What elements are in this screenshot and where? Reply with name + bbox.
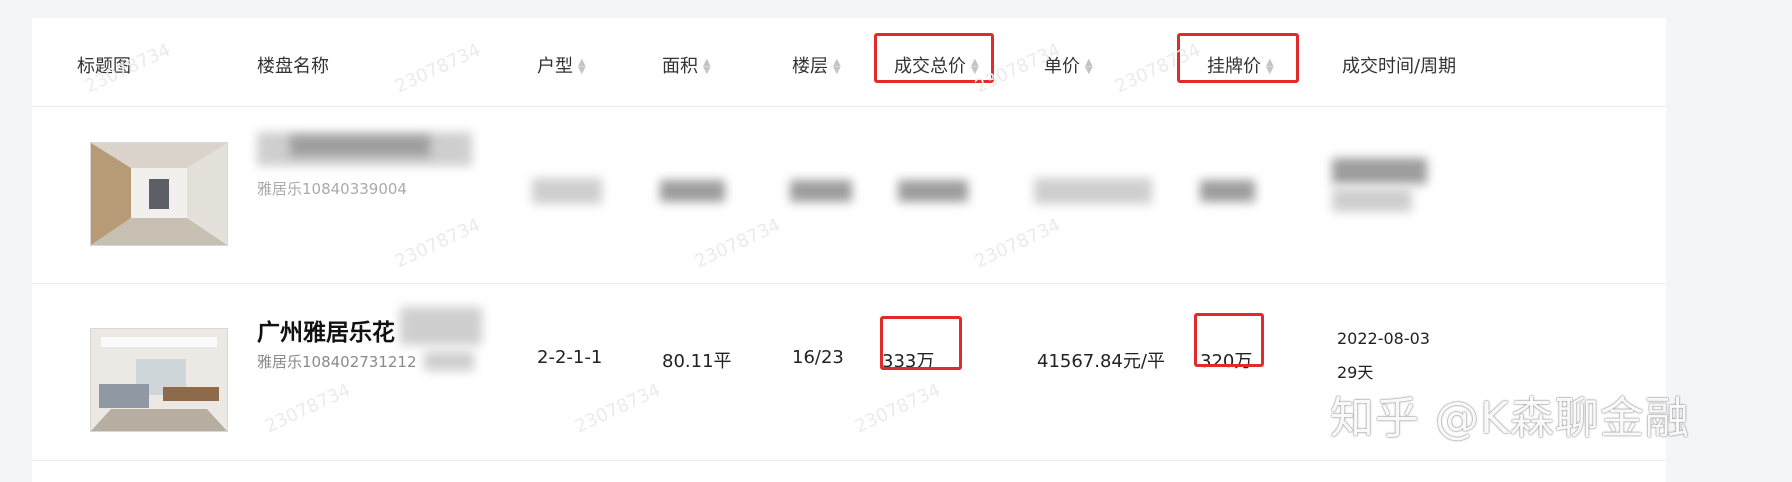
redacted-floor [790,180,852,202]
col-header-layout[interactable]: 户型 ▲ ▼ [537,52,586,78]
highlight-box [1177,33,1299,83]
layout-value: 2-2-1-1 [537,347,603,368]
sort-icon[interactable]: ▲ ▼ [703,58,711,76]
deal-date-value: 2022-08-03 [1337,329,1430,348]
floor-value: 16/23 [792,347,844,368]
sort-icon[interactable]: ▲ ▼ [578,58,586,76]
highlight-box [1194,313,1264,367]
highlight-box [880,316,962,370]
unit-price-value: 41567.84元/平 [1037,351,1165,372]
redacted-total-price [898,180,968,202]
project-name[interactable]: 广州雅居乐花 [257,313,395,347]
project-code: 雅居乐108402731212 [257,353,417,371]
table-row[interactable] [32,460,1666,482]
redacted-code [424,351,474,371]
redacted-unit-price [1034,178,1152,204]
col-header-project-name: 楼盘名称 [257,56,329,77]
highlight-box [874,33,994,83]
redacted-name [290,136,430,156]
redacted-cycle [1332,188,1412,212]
room-photo-icon [91,329,227,431]
redacted-deal-time [1332,158,1427,184]
area-value: 80.11平 [662,351,732,372]
col-header-thumbnail: 标题图 [77,56,131,77]
redacted-name [400,307,482,345]
sort-icon[interactable]: ▲ ▼ [833,58,841,76]
room-photo-icon [91,143,227,245]
redacted-list-price [1200,180,1255,202]
zhihu-watermark: 知乎 @K森聊金融 [1330,393,1690,444]
col-header-floor[interactable]: 楼层 ▲ ▼ [792,52,841,78]
col-header-deal-time: 成交时间/周期 [1342,56,1457,77]
deal-cycle-value: 29天 [1337,363,1374,382]
project-code: 雅居乐10840339004 [257,180,407,198]
sort-icon[interactable]: ▲ ▼ [1085,58,1093,76]
redacted-layout [532,178,602,204]
listing-thumbnail[interactable] [90,328,228,432]
redacted-area [660,180,725,202]
table-header: 标题图 楼盘名称 户型 ▲ ▼ 面积 ▲ ▼ 楼层 ▲ ▼ 成交总价 ▲ ▼ 单价 ▲ ▼ 挂牌价 ▲… [32,18,1666,107]
table-row[interactable]: 雅居乐10840339004 [32,106,1666,284]
col-header-area[interactable]: 面积 ▲ ▼ [662,52,711,78]
col-header-unit-price[interactable]: 单价 ▲ ▼ [1044,52,1093,78]
listing-thumbnail[interactable] [90,142,228,246]
